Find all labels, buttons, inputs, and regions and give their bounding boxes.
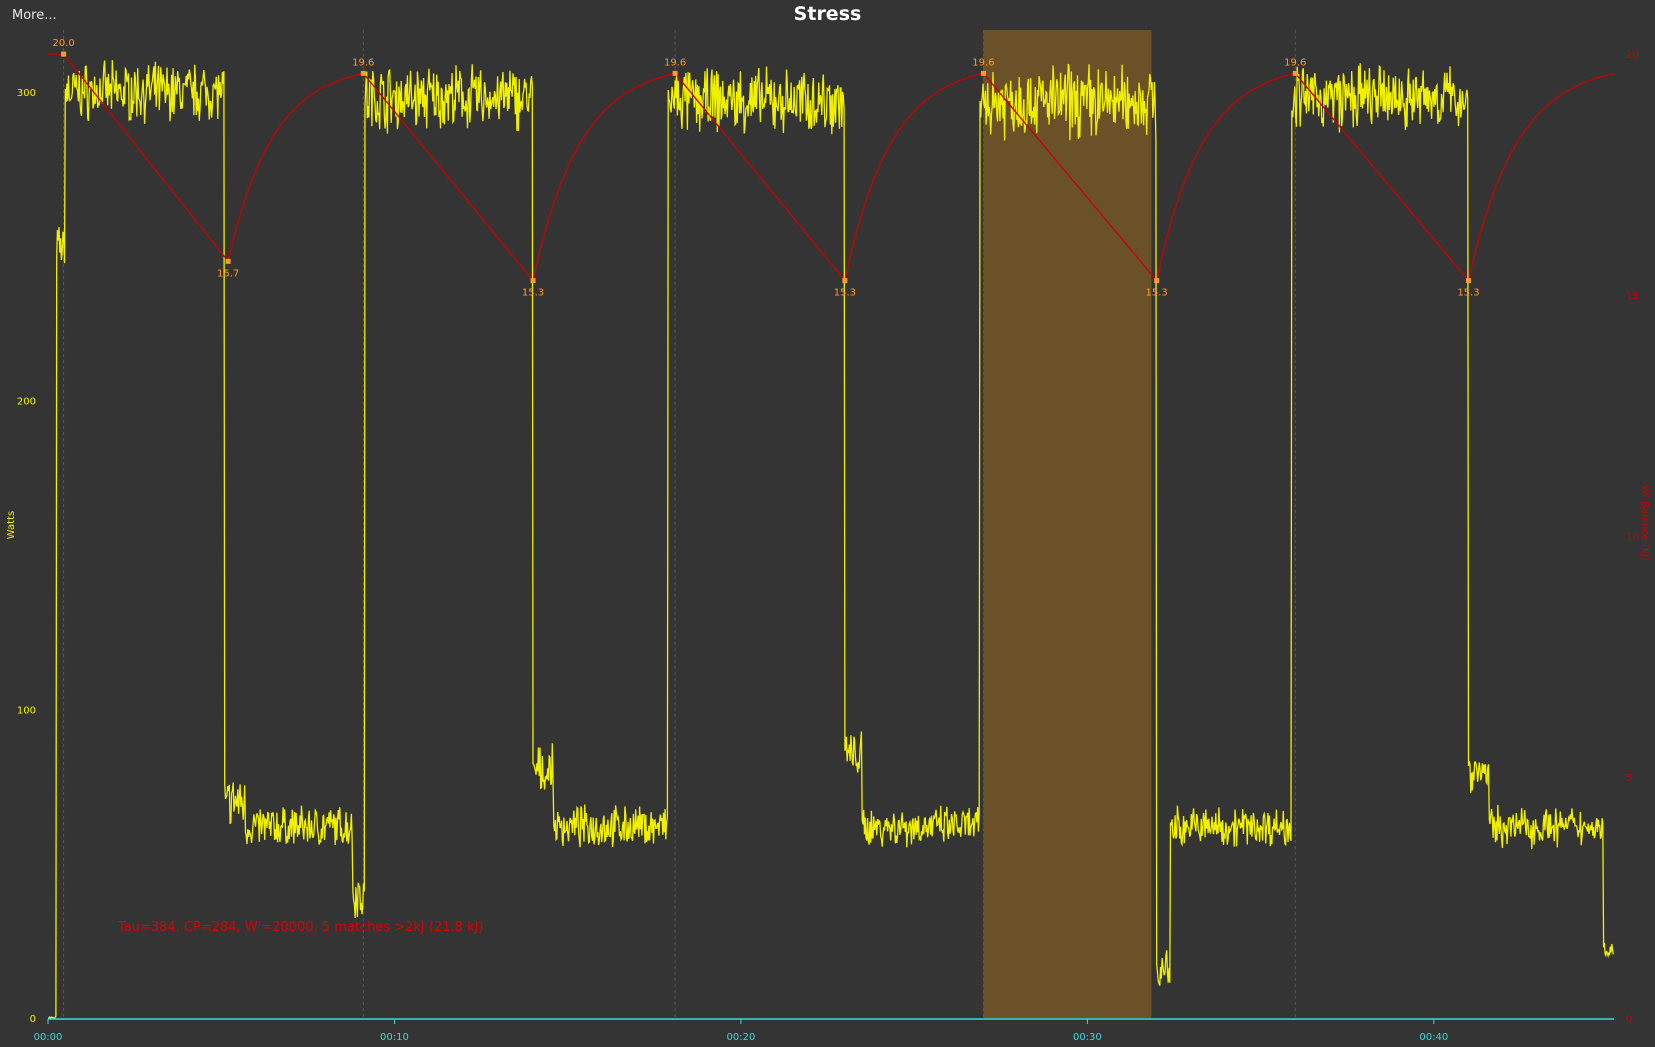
x-axis: 00:00 00:10 00:20 00:30 00:40 bbox=[34, 1018, 1614, 1043]
x-tick-label: 00:00 bbox=[34, 1032, 63, 1043]
x-tick-label: 00:10 bbox=[380, 1032, 409, 1043]
highlight-interval[interactable] bbox=[983, 30, 1152, 1018]
y-tick-label-left: 100 bbox=[17, 705, 36, 716]
y-tick-label-right: 15 bbox=[1626, 291, 1639, 302]
y-tick-label-right: 5 bbox=[1626, 773, 1632, 784]
wbal-point-label: 19.6 bbox=[664, 57, 686, 68]
y-axis-right: 0 5 10 15 20 bbox=[1626, 50, 1639, 1025]
wbal-point bbox=[1292, 70, 1298, 76]
y-tick-label-right: 0 bbox=[1626, 1014, 1632, 1025]
y-tick-label-left: 200 bbox=[17, 397, 36, 408]
power-series bbox=[48, 60, 1614, 1019]
wbal-point bbox=[980, 70, 986, 76]
y-axis-label-left: Watts bbox=[6, 511, 17, 539]
wbal-point-label: 15.7 bbox=[217, 268, 239, 279]
chart-annotation: Tau=384, CP=284, W'=20000, 5 matches >2k… bbox=[117, 920, 483, 935]
wbal-point bbox=[842, 278, 848, 284]
wbal-point-label: 15.3 bbox=[834, 288, 856, 299]
y-tick-label-right: 10 bbox=[1626, 532, 1639, 543]
power-line bbox=[48, 60, 1614, 1019]
wbal-point-label: 19.6 bbox=[972, 57, 994, 68]
wbal-point bbox=[672, 70, 678, 76]
wbal-point-label: 15.3 bbox=[1457, 288, 1479, 299]
wbal-point-label: 20.0 bbox=[52, 38, 74, 49]
y-axis-left: 0 100 200 300 bbox=[17, 88, 36, 1025]
x-tick-label: 00:40 bbox=[1419, 1032, 1448, 1043]
wbal-point bbox=[225, 258, 231, 264]
y-tick-label-left: 300 bbox=[17, 88, 36, 99]
wbal-point bbox=[360, 70, 366, 76]
y-axis-label-right: W' Balance (kJ) bbox=[1639, 485, 1650, 561]
wbal-point bbox=[61, 51, 67, 57]
y-tick-label-right: 20 bbox=[1626, 50, 1639, 61]
wbal-point bbox=[1154, 278, 1160, 284]
wbal-point-label: 19.6 bbox=[352, 57, 374, 68]
wbal-point-label: 15.3 bbox=[522, 288, 544, 299]
wbal-point-label: 19.6 bbox=[1284, 57, 1306, 68]
x-tick-label: 00:20 bbox=[727, 1032, 756, 1043]
x-tick-label: 00:30 bbox=[1073, 1032, 1102, 1043]
wbal-point bbox=[1465, 278, 1471, 284]
stress-chart[interactable]: 20.0 15.7 19.6 15.3 19.6 15.3 19.6 15.3 19.6 15.3… bbox=[0, 0, 1655, 1047]
y-tick-label-left: 0 bbox=[30, 1014, 36, 1025]
wbal-point-label: 15.3 bbox=[1146, 288, 1168, 299]
wbal-point bbox=[530, 278, 536, 284]
